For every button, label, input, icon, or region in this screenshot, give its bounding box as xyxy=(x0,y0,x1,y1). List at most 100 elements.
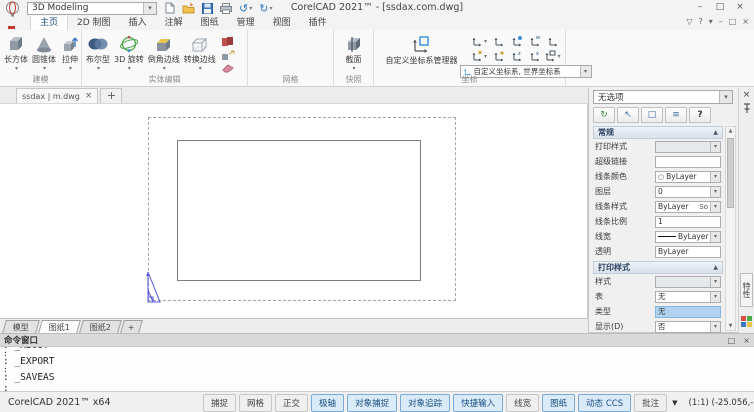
ccs-split-button[interactable]: ▾ xyxy=(471,35,487,47)
eraser-icon[interactable] xyxy=(221,63,235,73)
select-cursor-icon[interactable]: ↖ xyxy=(617,107,639,123)
rotate-3d-button[interactable]: 3D 旋转 ▾ xyxy=(112,33,146,72)
quick-select-icon[interactable]: ≡ xyxy=(665,107,687,123)
save-icon[interactable] xyxy=(202,2,213,15)
scroll-up-icon[interactable]: ▲ xyxy=(726,128,735,134)
new-document-icon[interactable] xyxy=(165,2,175,15)
chevron-down-icon[interactable]: ▾ xyxy=(69,65,72,72)
open-folder-icon[interactable] xyxy=(182,2,195,15)
close-icon[interactable]: × xyxy=(85,91,93,101)
undo-button[interactable]: ↺ ▾ xyxy=(239,2,252,15)
line-style-dropdown[interactable]: ByLayer So ▾ xyxy=(655,201,721,213)
toggle-sheet[interactable]: 图纸 xyxy=(542,394,575,412)
doc-restore-button[interactable]: □ xyxy=(729,17,737,26)
chevron-down-icon[interactable]: ▾ xyxy=(249,5,252,12)
chevron-down-icon[interactable]: ▾ xyxy=(199,65,202,72)
chevron-down-icon[interactable]: ▾ xyxy=(484,38,487,45)
ribbon-overflow-icon[interactable]: ▽ xyxy=(686,17,692,26)
tab-sheet1[interactable]: 图纸1 xyxy=(38,320,81,333)
type-value[interactable]: 无 xyxy=(655,306,721,318)
refresh-icon[interactable]: ↻ xyxy=(593,107,615,123)
chevron-down-icon[interactable]: ▾ xyxy=(710,202,720,212)
document-tab[interactable]: ssdax | m.dwg × xyxy=(16,88,98,103)
collapse-icon[interactable]: ▲ xyxy=(713,264,718,271)
transparency-field[interactable]: ByLayer xyxy=(655,246,721,258)
chevron-down-icon[interactable]: ▾ xyxy=(128,65,131,72)
close-command-window-button[interactable]: × xyxy=(743,336,750,345)
chevron-down-icon[interactable]: ▾ xyxy=(557,53,560,60)
tab-sheet2[interactable]: 图纸2 xyxy=(79,320,122,333)
tab-annotate[interactable]: 注解 xyxy=(156,14,192,30)
convert-edges-button[interactable]: 转换边线 ▾ xyxy=(182,33,218,72)
toggle-annotation[interactable]: 批注 xyxy=(634,394,667,412)
palette-colors-icon[interactable] xyxy=(741,316,752,327)
workspace-selector[interactable]: 3D Modeling ▾ xyxy=(27,2,157,15)
new-document-tab-button[interactable]: + xyxy=(100,88,122,103)
union-solids-icon[interactable] xyxy=(221,36,235,48)
ccs-z-axis-icon[interactable] xyxy=(511,35,523,47)
style-dropdown[interactable]: ▾ xyxy=(655,276,721,288)
tab-model[interactable]: 模型 xyxy=(2,320,40,333)
print-style-dropdown[interactable]: ▾ xyxy=(655,141,721,153)
drawing-viewport-rectangle[interactable] xyxy=(177,140,421,281)
toggle-dynamic-ccs[interactable]: 动态 CCS xyxy=(578,394,631,412)
drawing-canvas[interactable] xyxy=(0,104,588,318)
tab-addins[interactable]: 插件 xyxy=(300,14,336,30)
ccs-previous-icon[interactable] xyxy=(493,50,505,62)
collapse-icon[interactable]: ▲ xyxy=(713,129,718,136)
annotation-dropdown-icon[interactable]: ▼ xyxy=(672,399,677,407)
command-history[interactable]: : _ABOUT : : _EXPORT : : _SAVEAS : xyxy=(0,347,754,391)
tab-2d-drafting[interactable]: 2D 制图 xyxy=(68,14,120,30)
tab-insert[interactable]: 插入 xyxy=(120,14,156,30)
hyperlink-field[interactable] xyxy=(655,156,721,168)
help-icon[interactable]: ? xyxy=(689,107,711,123)
ccs-split-button[interactable]: ▾ xyxy=(471,50,487,62)
properties-scrollbar[interactable]: ▲ ▼ xyxy=(725,126,736,331)
box-button[interactable]: 长方体 ▾ xyxy=(2,33,30,72)
chevron-down-icon[interactable]: ▾ xyxy=(710,172,720,182)
line-scale-field[interactable]: 1 xyxy=(655,216,721,228)
ccs-origin-icon[interactable] xyxy=(493,35,505,47)
move-face-icon[interactable] xyxy=(221,50,235,61)
chevron-down-icon[interactable]: ▾ xyxy=(710,322,720,332)
command-window-header[interactable]: 命令窗口 □ × xyxy=(0,333,754,347)
section-header-general[interactable]: 常规 ▲ xyxy=(593,126,723,139)
chevron-down-icon[interactable]: ▾ xyxy=(719,91,732,103)
chevron-down-icon[interactable]: ▾ xyxy=(709,17,713,26)
chamfer-edges-button[interactable]: 倒角边线 ▾ xyxy=(146,33,182,72)
chevron-down-icon[interactable]: ▾ xyxy=(269,5,272,12)
toggle-snap[interactable]: 捕捉 xyxy=(203,394,236,412)
chevron-down-icon[interactable]: ▾ xyxy=(710,232,720,242)
toggle-grid[interactable]: 网格 xyxy=(239,394,272,412)
scroll-down-icon[interactable]: ▼ xyxy=(726,323,735,329)
toggle-esnap[interactable]: 对象捕捉 xyxy=(347,394,397,412)
toggle-quick-input[interactable]: 快捷输入 xyxy=(453,394,503,412)
cone-button[interactable]: 圆锥体 ▾ xyxy=(30,33,58,72)
layer-dropdown[interactable]: 0 ▾ xyxy=(655,186,721,198)
chevron-down-icon[interactable]: ▾ xyxy=(352,65,355,72)
command-prompt[interactable]: : xyxy=(3,383,754,391)
scrollbar-thumb[interactable] xyxy=(727,138,734,208)
ccs-y-rotate-icon[interactable]: x xyxy=(529,50,541,62)
add-sheet-button[interactable]: + xyxy=(120,320,142,333)
chevron-down-icon[interactable]: ▾ xyxy=(710,292,720,302)
help-icon[interactable]: ? xyxy=(698,17,702,26)
close-button[interactable]: × xyxy=(730,0,750,15)
float-window-button[interactable]: □ xyxy=(728,336,736,345)
doc-close-button[interactable]: × xyxy=(742,17,749,26)
chevron-down-icon[interactable]: ▾ xyxy=(484,53,487,60)
display-dropdown[interactable]: 否 ▾ xyxy=(655,321,721,333)
toggle-etrack[interactable]: 对象追踪 xyxy=(400,394,450,412)
panel-close-button[interactable]: × xyxy=(739,90,754,100)
ccs-manager-button[interactable]: 自定义坐标系管理器 xyxy=(378,32,465,78)
ccs-split-button[interactable]: ▾ xyxy=(544,50,560,62)
boolean-button[interactable]: 布尔型 ▾ xyxy=(84,33,112,72)
chevron-down-icon[interactable]: ▾ xyxy=(163,65,166,72)
toggle-lineweight[interactable]: 线宽 xyxy=(506,394,539,412)
chevron-down-icon[interactable]: ▾ xyxy=(710,187,720,197)
chevron-down-icon[interactable]: ▾ xyxy=(43,65,46,72)
line-color-dropdown[interactable]: ○ ByLayer ▾ xyxy=(655,171,721,183)
section-header-print-style[interactable]: 打印样式 ▲ xyxy=(593,261,723,274)
line-weight-dropdown[interactable]: ByLayer ▾ xyxy=(655,231,721,243)
ccs-x-rotate-icon[interactable]: z xyxy=(511,50,523,62)
